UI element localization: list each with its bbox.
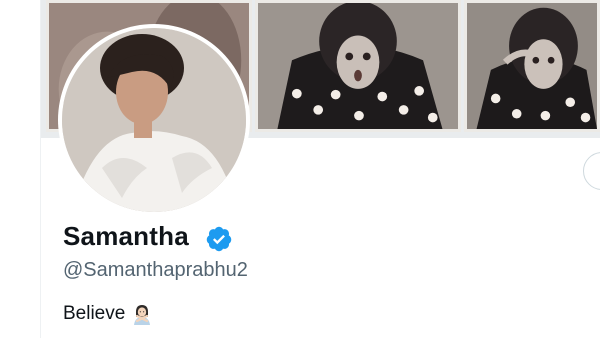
profile-bio: Believe	[63, 301, 153, 327]
profile-action-button[interactable]	[583, 152, 600, 190]
display-name: Samantha	[63, 221, 189, 251]
user-handle: @Samanthaprabhu2	[63, 259, 248, 281]
bio-text: Believe	[63, 303, 126, 324]
profile-page: Samantha @Samanthaprabhu2 Believe	[0, 0, 600, 338]
verified-badge-icon	[205, 225, 233, 253]
banner-photo-2[interactable]	[255, 0, 461, 132]
profile-avatar[interactable]	[58, 24, 250, 216]
avatar-photo	[62, 28, 246, 212]
woman-gesturing-no-icon	[131, 303, 153, 325]
banner-photo-3[interactable]	[464, 0, 600, 132]
